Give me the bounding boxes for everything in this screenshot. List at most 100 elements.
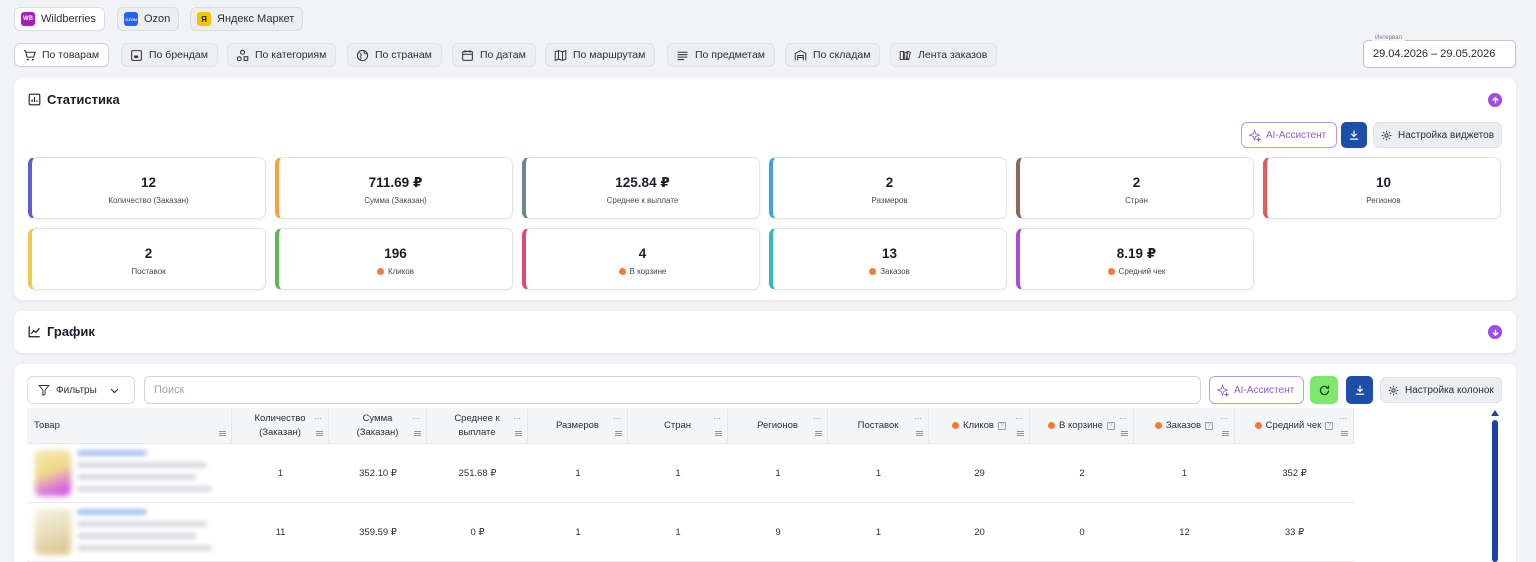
column-options-icon[interactable]: ⋯ — [613, 412, 621, 426]
column-header-label: Размеров — [556, 419, 599, 431]
column-header[interactable]: Количество (Заказан) ⋯ — [232, 408, 329, 444]
column-header[interactable]: Заказов? ⋯ — [1134, 408, 1235, 444]
column-options-icon[interactable]: ⋯ — [314, 412, 322, 426]
stat-card-value: 125.84 ₽ — [615, 175, 670, 190]
line-chart-icon — [28, 326, 40, 338]
column-menu-icon[interactable] — [1222, 431, 1229, 436]
column-header[interactable]: Стран ⋯ — [628, 408, 728, 444]
column-settings-button[interactable]: Настройка колонок — [1380, 377, 1502, 403]
column-menu-icon[interactable] — [1121, 431, 1128, 436]
column-menu-icon[interactable] — [414, 431, 421, 436]
map-icon — [554, 49, 567, 61]
column-menu-icon[interactable] — [316, 431, 323, 436]
widget-settings-button[interactable]: Настройка виджетов — [1373, 122, 1503, 148]
column-header[interactable]: В корзине? ⋯ — [1030, 408, 1134, 444]
table-cell: 1 — [775, 467, 781, 479]
collapse-statistics-button[interactable] — [1488, 93, 1502, 107]
column-header[interactable]: Товар — [27, 408, 232, 444]
table-ai-assistant-button[interactable]: AI-Ассистент — [1209, 376, 1304, 404]
date-range-field[interactable]: Интервал 29.04.2026 – 29.05.2026 — [1363, 35, 1516, 68]
download-stats-button[interactable] — [1341, 122, 1367, 148]
blurred-text — [77, 509, 147, 515]
date-range-label: Интервал — [1372, 35, 1405, 41]
column-options-icon[interactable]: ⋯ — [513, 412, 521, 426]
column-options-icon[interactable]: ⋯ — [412, 412, 420, 426]
orange-dot-icon — [1254, 422, 1262, 429]
download-icon — [1355, 385, 1364, 395]
column-header[interactable]: Регионов ⋯ — [728, 408, 828, 444]
table-cell: 1 — [675, 467, 681, 479]
download-table-button[interactable] — [1346, 376, 1373, 404]
nav-by-routes[interactable]: По маршрутам — [545, 43, 656, 67]
column-options-icon[interactable]: ⋯ — [713, 412, 721, 426]
column-menu-icon[interactable] — [1017, 431, 1024, 436]
stat-card: 2 Стран — [1016, 157, 1254, 219]
help-icon[interactable]: ? — [997, 421, 1006, 430]
help-icon[interactable]: ? — [1106, 421, 1115, 430]
column-header-label: Товар — [34, 419, 60, 431]
help-icon[interactable]: ? — [1325, 421, 1334, 430]
column-menu-icon[interactable] — [515, 431, 522, 436]
product-cell-blurred[interactable] — [27, 503, 232, 561]
column-header[interactable]: Кликов? ⋯ — [929, 408, 1030, 444]
column-header-label: Сумма (Заказан) — [356, 412, 399, 438]
column-options-icon[interactable]: ⋯ — [1220, 412, 1228, 426]
stat-card: 711.69 ₽ Сумма (Заказан) — [275, 157, 513, 219]
nav-by-brands[interactable]: По брендам — [121, 43, 218, 67]
nav-by-products[interactable]: По товарам — [14, 43, 110, 67]
nav-by-categories[interactable]: По категориям — [227, 43, 337, 67]
nav-orders-feed[interactable]: Лента заказов — [890, 43, 998, 67]
refresh-button[interactable] — [1310, 376, 1338, 404]
filters-button[interactable]: Фильтры — [27, 376, 135, 404]
nav-by-countries[interactable]: По странам — [347, 43, 442, 67]
blurred-text — [77, 486, 212, 492]
ai-assistant-button[interactable]: AI-Ассистент — [1241, 122, 1337, 148]
help-icon[interactable]: ? — [1205, 421, 1214, 430]
column-options-icon[interactable]: ⋯ — [813, 412, 821, 426]
stat-card-value: 2 — [144, 246, 153, 261]
column-menu-icon[interactable] — [1341, 431, 1348, 436]
column-menu-icon[interactable] — [916, 431, 923, 436]
search-input[interactable] — [144, 376, 1201, 404]
table-cell: 1 — [575, 526, 581, 538]
stat-card-value: 711.69 ₽ — [368, 175, 423, 190]
stat-card-label: Регионов — [1267, 196, 1500, 205]
orange-dot-icon — [869, 268, 877, 275]
table-cell: 1 — [875, 467, 882, 479]
column-menu-icon[interactable] — [715, 431, 722, 436]
marketplace-tab-yandex-market[interactable]: Я Яндекс Маркет — [190, 7, 304, 31]
product-cell-blurred[interactable] — [27, 444, 232, 502]
table-cell: 2 — [1079, 467, 1085, 479]
column-header[interactable]: Средний чек? ⋯ — [1235, 408, 1354, 444]
nav-by-warehouses[interactable]: По складам — [785, 43, 881, 67]
column-header[interactable]: Сумма (Заказан) ⋯ — [329, 408, 427, 444]
stat-card-label: В корзине — [526, 267, 759, 276]
stat-card-value: 12 — [140, 175, 157, 190]
table-cell: 11 — [275, 526, 286, 538]
marketplace-tab-ozon[interactable]: OZON Ozon — [117, 7, 180, 31]
table-cell: 12 — [1179, 526, 1190, 538]
marketplace-tab-wildberries[interactable]: WB Wildberries — [14, 7, 106, 31]
nav-by-subjects[interactable]: По предметам — [667, 43, 776, 67]
sparkle-icon — [1216, 383, 1229, 397]
column-menu-icon[interactable] — [219, 431, 226, 436]
column-options-icon[interactable]: ⋯ — [1339, 412, 1347, 426]
expand-graph-button[interactable] — [1488, 325, 1502, 339]
nav-by-dates[interactable]: По датам — [452, 43, 536, 67]
column-menu-icon[interactable] — [815, 431, 822, 436]
column-options-icon[interactable]: ⋯ — [914, 412, 922, 426]
scroll-up-arrow-icon[interactable] — [1491, 410, 1499, 416]
column-menu-icon[interactable] — [615, 431, 622, 436]
blurred-text — [77, 462, 207, 468]
stat-card: 4 В корзине — [522, 228, 760, 290]
column-header[interactable]: Среднее к выплате ⋯ — [427, 408, 528, 444]
orange-dot-icon — [1048, 422, 1056, 429]
column-options-icon[interactable]: ⋯ — [1119, 412, 1127, 426]
orange-dot-icon — [376, 268, 384, 275]
warehouse-icon — [794, 49, 807, 60]
table-scrollbar-thumb[interactable] — [1492, 420, 1498, 562]
column-header[interactable]: Размеров ⋯ — [528, 408, 628, 444]
column-header[interactable]: Поставок ⋯ — [828, 408, 929, 444]
column-options-icon[interactable]: ⋯ — [1015, 412, 1023, 426]
nav-label: По складам — [813, 49, 871, 61]
